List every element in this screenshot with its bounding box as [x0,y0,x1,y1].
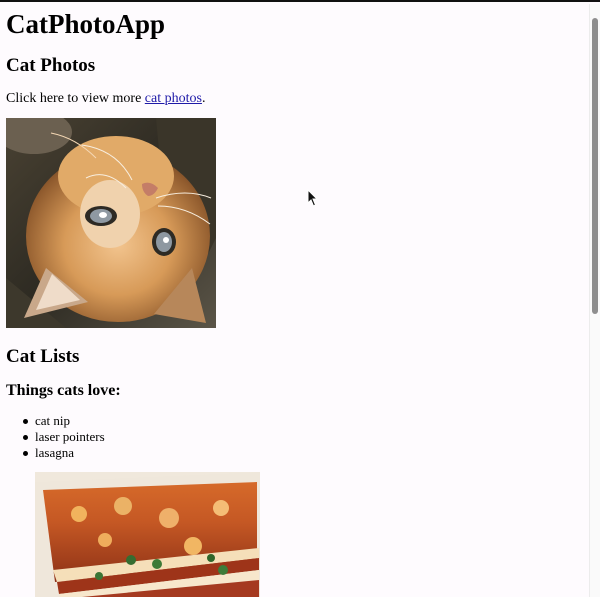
cat-photos-paragraph: Click here to view more cat photos. [6,90,205,108]
scrollbar-thumb[interactable] [592,18,598,314]
cat-lists-heading: Cat Lists [6,346,80,367]
cat-photos-link[interactable]: cat photos [145,91,202,106]
things-cats-love-heading: Things cats love: [6,382,121,399]
list-item-text: lasagna [35,445,74,460]
things-cats-love-list: cat nip laser pointers lasagna [23,413,105,461]
vertical-scrollbar[interactable] [589,4,600,597]
browser-viewport: CatPhotoApp Cat Photos Click here to vie… [0,0,600,597]
cat-photos-heading: Cat Photos [6,55,96,76]
list-item: cat nip [23,413,105,429]
link-suffix-text: . [201,91,206,106]
lasagna-photo[interactable] [35,472,260,597]
mouse-pointer-icon [307,189,319,207]
list-item-text: laser pointers [35,429,105,444]
bullet-icon [23,419,28,424]
list-item-text: cat nip [35,413,71,428]
bullet-icon [23,451,28,456]
link-intro-text: Click here to view more [6,91,145,106]
cat-photo[interactable] [6,118,216,328]
bullet-icon [23,435,28,440]
list-item: lasagna [23,445,105,461]
page-title: CatPhotoApp [6,9,166,39]
list-item: laser pointers [23,429,105,445]
